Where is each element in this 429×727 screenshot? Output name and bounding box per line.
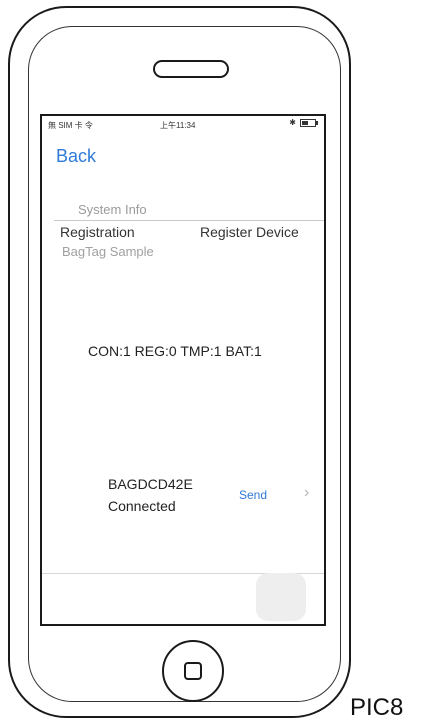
status-time: 上午11:34 xyxy=(160,121,196,130)
home-square-icon xyxy=(184,662,202,680)
device-connection-state: Connected xyxy=(108,498,176,514)
tab-registration[interactable]: Registration xyxy=(60,224,135,240)
send-button[interactable]: Send xyxy=(239,488,267,502)
status-bar: 無 SIM 卡 令 上午11:34 ✱ xyxy=(42,116,324,132)
home-button[interactable] xyxy=(162,640,224,702)
phone-speaker xyxy=(153,60,229,78)
figure-caption: PIC8 xyxy=(350,694,404,721)
assistive-touch-button[interactable] xyxy=(256,573,306,621)
status-right: ✱ xyxy=(289,118,318,127)
battery-icon xyxy=(300,118,318,127)
bagtag-sample-label[interactable]: BagTag Sample xyxy=(62,244,154,259)
tab-register-device[interactable]: Register Device xyxy=(200,224,299,240)
device-name: BAGDCD42E xyxy=(108,476,193,492)
back-button[interactable]: Back xyxy=(56,146,96,167)
bluetooth-icon: ✱ xyxy=(289,118,296,127)
system-info-label[interactable]: System Info xyxy=(78,202,147,217)
carrier-label: 無 SIM 卡 令 xyxy=(48,121,93,130)
phone-screen: 無 SIM 卡 令 上午11:34 ✱ Back System Info Reg… xyxy=(40,114,326,626)
divider xyxy=(54,220,324,221)
chevron-right-icon[interactable]: › xyxy=(304,484,309,502)
device-status-line: CON:1 REG:0 TMP:1 BAT:1 xyxy=(88,343,262,359)
